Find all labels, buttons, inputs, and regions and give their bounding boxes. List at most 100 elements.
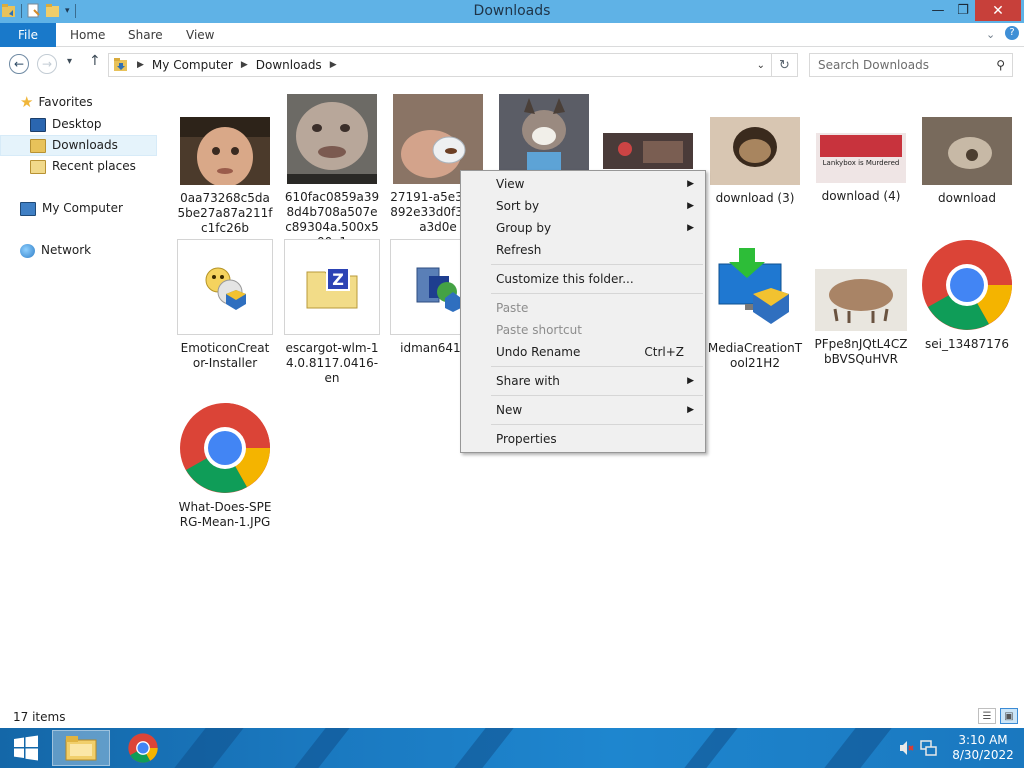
taskbar-stripe [824,728,892,768]
tab-view[interactable]: View [186,23,214,47]
menu-item-paste: Paste [462,297,704,319]
start-button[interactable] [0,728,52,768]
maximize-button[interactable]: ❐ [951,0,975,21]
search-input[interactable]: Search Downloads ⚲ [809,53,1013,77]
breadcrumb-separator-icon[interactable]: ▶ [137,60,144,70]
submenu-arrow-icon: ▶ [687,405,694,415]
svg-text:Z: Z [332,270,344,289]
close-button[interactable]: ✕ [975,0,1021,21]
nav-recent-places[interactable]: Recent places [30,156,136,177]
search-icon[interactable]: ⚲ [996,58,1005,72]
menu-item-properties[interactable]: Properties [462,428,704,450]
refresh-button[interactable]: ↻ [772,53,798,77]
breadcrumb-my-computer[interactable]: My Computer [152,58,233,72]
large-icons-view-button[interactable]: ▣ [1000,708,1018,724]
file-item[interactable]: sei_13487176 [919,239,1015,352]
menu-item-label: Undo Rename [496,345,581,359]
taskbar-stripe [294,728,350,768]
file-item[interactable]: EmoticonCreator-Installer [177,239,273,371]
file-item[interactable]: PFpe8nJQtL4CZbBVSQuHVR [813,269,909,367]
network-tray-icon[interactable] [920,728,938,768]
zip-thumbnail: Z [284,239,380,335]
menu-item-share-with[interactable]: Share with ▶ [462,370,704,392]
submenu-arrow-icon: ▶ [687,376,694,386]
search-placeholder: Search Downloads [818,58,929,72]
taskbar-chrome[interactable] [114,730,172,766]
nav-my-computer[interactable]: My Computer [20,198,123,219]
file-item[interactable]: download (3) [707,117,803,206]
menu-separator [491,293,703,294]
file-item[interactable]: 610fac0859a398d4b708a507ec89304a.500x500… [284,94,380,250]
chrome-icon [180,403,270,493]
file-name: EmoticonCreator-Installer [180,341,270,370]
refresh-icon: ↻ [779,57,790,73]
file-item[interactable]: Z escargot-wlm-14.0.8117.0416-en [284,239,380,386]
menu-item-refresh[interactable]: Refresh [462,239,704,261]
nav-favorites[interactable]: ★ Favorites [20,92,93,113]
menu-item-view[interactable]: View ▶ [462,173,704,195]
menu-item-customize-folder[interactable]: Customize this folder... [462,268,704,290]
menu-item-group-by[interactable]: Group by ▶ [462,217,704,239]
file-name: download [937,191,997,205]
menu-separator [491,424,703,425]
item-count: 17 items [13,710,66,724]
file-item[interactable]: MediaCreationTool21H2 [707,239,803,371]
chevron-down-icon[interactable]: ⌄ [986,28,995,41]
file-name: 0aa73268c5da5be27a87a211fc1fc26b [177,191,273,235]
menu-item-label: Group by [496,221,552,235]
file-name: What-Does-SPERG-Mean-1.JPG [178,500,272,529]
breadcrumb-separator-icon[interactable]: ▶ [241,60,248,70]
explorer-window: ▾ Downloads — ❐ ✕ File Home Share View ⌄… [0,0,1024,728]
star-icon: ★ [20,93,34,111]
system-clock[interactable]: 3:10 AM 8/30/2022 [948,733,1018,763]
file-name: PFpe8nJQtL4CZbBVSQuHVR [814,337,908,366]
taskbar-stripe [454,728,514,768]
large-icons-view-icon: ▣ [1004,710,1014,722]
title-bar: ▾ Downloads — ❐ ✕ [0,0,1024,23]
menu-separator [491,395,703,396]
installer-thumbnail [707,239,803,335]
file-item[interactable]: 0aa73268c5da5be27a87a211fc1fc26b [177,117,273,236]
file-explorer-icon [65,736,97,761]
submenu-arrow-icon: ▶ [687,201,694,211]
file-item[interactable] [600,133,696,175]
menu-item-undo-rename[interactable]: Undo Rename Ctrl+Z [462,341,704,363]
help-icon[interactable]: ? [1005,26,1019,40]
nav-downloads[interactable]: Downloads [0,135,157,156]
downloads-folder-icon [30,138,46,153]
tab-file[interactable]: File [0,23,56,47]
file-item[interactable]: download [919,117,1015,206]
menu-item-label: Paste [496,301,529,315]
address-bar[interactable]: ▶ My Computer ▶ Downloads ▶ ⌄ [108,53,772,77]
minimize-button[interactable]: — [925,0,951,21]
taskbar-file-explorer[interactable] [52,730,110,766]
recent-places-icon [30,159,46,174]
menu-item-label: View [496,177,525,191]
clock-date: 8/30/2022 [952,748,1014,762]
address-dropdown-icon[interactable]: ⌄ [757,60,765,71]
computer-icon [20,201,36,216]
file-name: MediaCreationTool21H2 [707,341,803,370]
nav-desktop[interactable]: Desktop [30,114,102,135]
file-item[interactable]: What-Does-SPERG-Mean-1.JPG [177,402,273,530]
recent-locations-icon[interactable]: ▾ [67,56,72,67]
details-view-button[interactable]: ☰ [978,708,996,724]
tab-home[interactable]: Home [70,23,105,47]
file-name: sei_13487176 [924,337,1010,351]
forward-button[interactable]: → [37,54,57,74]
downloads-folder-icon [114,58,127,71]
tab-share[interactable]: Share [128,23,163,47]
nav-network[interactable]: Network [20,240,91,261]
menu-item-label: Share with [496,374,560,388]
back-button[interactable]: ← [9,54,29,74]
photo-thumbnail [815,269,907,331]
chrome-icon [922,240,1012,330]
breadcrumb-separator-icon[interactable]: ▶ [330,60,337,70]
volume-muted-icon[interactable] [898,728,914,768]
file-item[interactable]: Lankybox is Murdered download (4) [813,133,909,204]
up-arrow-icon[interactable]: ↑ [89,53,101,69]
menu-item-sort-by[interactable]: Sort by ▶ [462,195,704,217]
taskbar: 3:10 AM 8/30/2022 [0,728,1024,768]
menu-item-new[interactable]: New ▶ [462,399,704,421]
breadcrumb-downloads[interactable]: Downloads [256,58,322,72]
